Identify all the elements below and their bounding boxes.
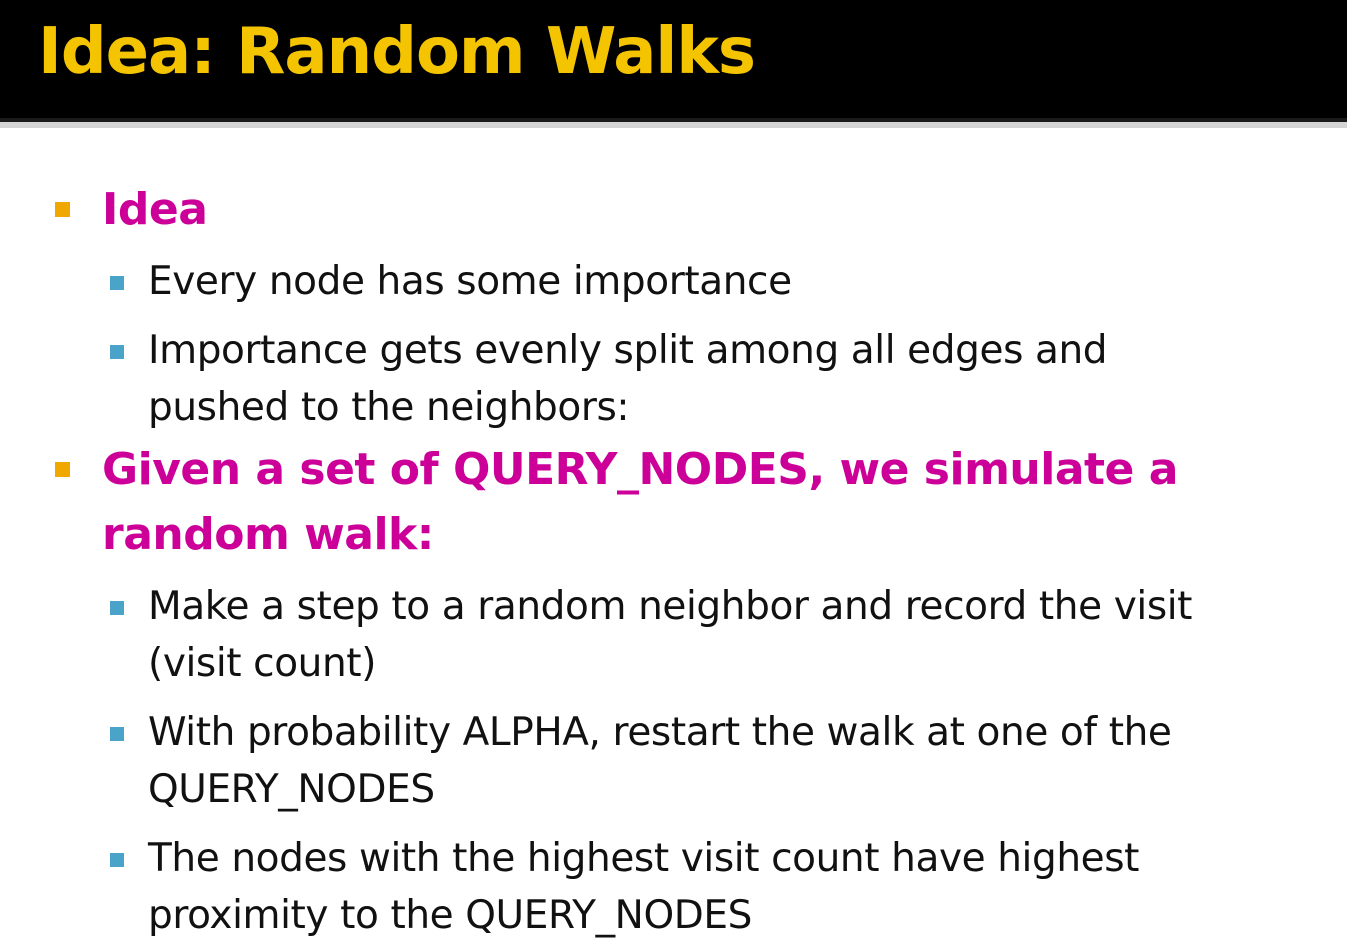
title-bar: Idea: Random Walks	[0, 0, 1347, 118]
square-bullet-icon	[55, 202, 70, 217]
sub-bullet-text: Every node has some importance	[148, 259, 792, 304]
square-sub-bullet-icon	[110, 345, 124, 359]
square-sub-bullet-icon	[110, 601, 124, 615]
square-sub-bullet-icon	[110, 276, 124, 290]
bullet-heading: Given a set of QUERY_NODES, we simulate …	[102, 444, 1178, 495]
square-sub-bullet-icon	[110, 853, 124, 867]
sub-bullet-text-continued: (visit count)	[148, 641, 377, 686]
square-sub-bullet-icon	[110, 727, 124, 741]
bullet-heading: Idea	[102, 184, 208, 235]
bullet-heading-continued: random walk:	[102, 509, 434, 560]
sub-bullet-text: Importance gets evenly split among all e…	[148, 328, 1108, 373]
sub-bullet-text-continued: pushed to the neighbors:	[148, 385, 630, 430]
square-bullet-icon	[55, 462, 70, 477]
title-divider-shadow	[0, 122, 1347, 128]
sub-bullet-text: With probability ALPHA, restart the walk…	[148, 710, 1172, 755]
slide-title: Idea: Random Walks	[38, 15, 756, 89]
sub-bullet-text: The nodes with the highest visit count h…	[148, 836, 1140, 881]
sub-bullet-text: Make a step to a random neighbor and rec…	[148, 584, 1193, 629]
sub-bullet-text-continued: QUERY_NODES	[148, 767, 435, 812]
sub-bullet-text-continued: proximity to the QUERY_NODES	[148, 893, 752, 938]
